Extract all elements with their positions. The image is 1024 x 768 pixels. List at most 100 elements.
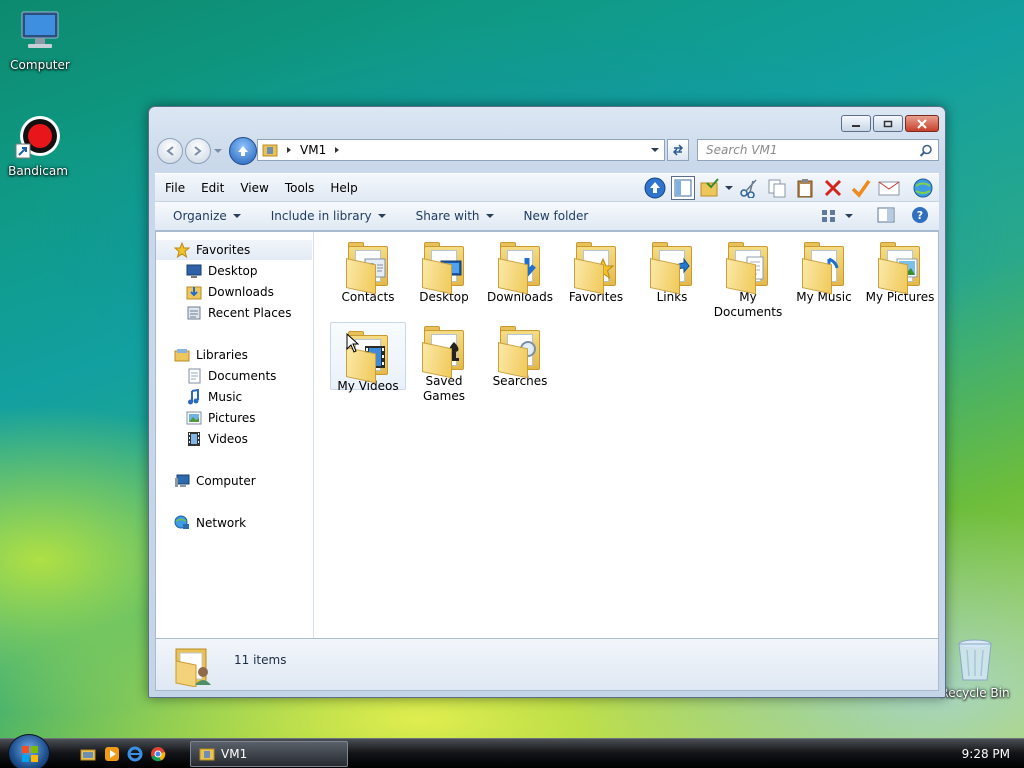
- copy-button[interactable]: [765, 176, 789, 200]
- menu-edit[interactable]: Edit: [193, 181, 232, 195]
- refresh-button[interactable]: [667, 139, 689, 161]
- quicklaunch-ie[interactable]: [127, 746, 143, 762]
- change-view-button[interactable]: [821, 209, 853, 223]
- folder-item-saved-games[interactable]: Saved Games: [406, 318, 482, 404]
- computer-icon: [174, 473, 190, 489]
- folder-item-my-videos[interactable]: My Videos: [330, 322, 406, 393]
- folder-item-downloads[interactable]: Downloads: [482, 234, 558, 305]
- preview-pane-button[interactable]: [671, 176, 695, 200]
- nav-videos[interactable]: Videos: [156, 429, 312, 449]
- windows-logo-icon: [22, 746, 38, 762]
- up-folder-button[interactable]: [643, 176, 667, 200]
- start-button[interactable]: [8, 734, 50, 768]
- nav-label: Network: [196, 516, 247, 530]
- delete-x-icon: [824, 179, 842, 197]
- film-strip-icon: [186, 431, 202, 447]
- desktop-icon-bandicam[interactable]: Bandicam: [0, 114, 76, 178]
- help-icon: ?: [912, 206, 928, 223]
- folder-check-icon: [700, 178, 719, 197]
- nav-label: Computer: [196, 474, 256, 488]
- address-path[interactable]: VM1: [300, 143, 326, 157]
- show-preview-pane-button[interactable]: [877, 207, 895, 226]
- toolbar-icons: [643, 176, 935, 200]
- content-area: Favorites Desktop Downloads Recent Place…: [155, 231, 939, 639]
- share-with-label: Share with: [415, 209, 480, 223]
- address-dropdown-button[interactable]: [646, 140, 664, 160]
- menu-help[interactable]: Help: [322, 181, 365, 195]
- minimize-icon: [852, 124, 860, 127]
- saved-games-folder-icon: [422, 326, 466, 379]
- nav-label: Videos: [208, 432, 248, 446]
- star-icon: [173, 241, 191, 259]
- delete-button[interactable]: [821, 176, 845, 200]
- folder-item-contacts[interactable]: Contacts: [330, 234, 406, 305]
- folder-icon: [80, 749, 96, 761]
- scissors-icon: [740, 179, 757, 198]
- pictures-folder-icon: [878, 242, 922, 295]
- maximize-button[interactable]: [873, 115, 903, 132]
- nav-libraries[interactable]: Libraries: [156, 345, 312, 365]
- folder-item-searches[interactable]: Searches: [482, 318, 558, 389]
- include-in-library-button[interactable]: Include in library: [253, 209, 398, 223]
- explorer-window: VM1 Search VM1 File Edit View Tools Help: [148, 106, 946, 698]
- folder-item-desktop[interactable]: Desktop: [406, 234, 482, 305]
- nav-pictures[interactable]: Pictures: [156, 408, 312, 428]
- organize-label: Organize: [173, 209, 227, 223]
- email-button[interactable]: [877, 176, 901, 200]
- nav-label: Libraries: [196, 348, 248, 362]
- desktop-icon-computer[interactable]: Computer: [2, 8, 78, 72]
- cut-button[interactable]: [737, 176, 761, 200]
- properties-button[interactable]: [849, 176, 873, 200]
- music-note-icon: [186, 388, 202, 405]
- views-button[interactable]: [699, 176, 733, 200]
- nav-documents[interactable]: Documents: [156, 366, 312, 386]
- clipboard-icon: [797, 179, 813, 198]
- search-input[interactable]: Search VM1: [697, 139, 939, 161]
- desktop-icon-recycle-bin[interactable]: Recycle Bin: [937, 636, 1013, 700]
- desktop-icon-label: Bandicam: [8, 164, 68, 178]
- menu-tools[interactable]: Tools: [277, 181, 323, 195]
- clock[interactable]: 9:28 PM: [962, 747, 1010, 761]
- breadcrumb-arrow-icon[interactable]: [332, 145, 342, 155]
- search-placeholder: Search VM1: [706, 143, 778, 157]
- network-globe-button[interactable]: [911, 176, 935, 200]
- quicklaunch-explorer[interactable]: [80, 746, 96, 762]
- help-button[interactable]: ?: [911, 206, 929, 227]
- search-icon[interactable]: [919, 144, 933, 158]
- include-in-library-label: Include in library: [270, 209, 372, 223]
- nav-recent-places[interactable]: Recent Places: [156, 303, 312, 323]
- history-dropdown-button[interactable]: [213, 146, 223, 156]
- folder-item-favorites[interactable]: Favorites: [558, 234, 634, 305]
- navigation-pane: Favorites Desktop Downloads Recent Place…: [156, 232, 314, 638]
- new-folder-button[interactable]: New folder: [506, 209, 601, 223]
- bandicam-icon: [14, 114, 62, 162]
- taskbar-item-vm1[interactable]: VM1: [190, 741, 348, 767]
- folder-item-my-music[interactable]: My Music: [786, 234, 862, 305]
- folder-item-links[interactable]: Links: [634, 234, 710, 305]
- taskbar-item-label: VM1: [221, 747, 248, 761]
- nav-computer[interactable]: Computer: [156, 471, 312, 491]
- share-with-button[interactable]: Share with: [398, 209, 506, 223]
- downloads-icon: [186, 284, 202, 300]
- forward-button[interactable]: [185, 138, 211, 164]
- menu-file[interactable]: File: [155, 181, 193, 195]
- nav-favorites[interactable]: Favorites: [156, 240, 312, 260]
- menu-view[interactable]: View: [232, 181, 276, 195]
- organize-button[interactable]: Organize: [155, 209, 253, 223]
- paste-button[interactable]: [793, 176, 817, 200]
- libraries-icon: [174, 347, 190, 363]
- back-button[interactable]: [157, 138, 183, 164]
- nav-desktop[interactable]: Desktop: [156, 261, 312, 281]
- folder-item-my-documents[interactable]: My Documents: [710, 234, 786, 320]
- nav-downloads[interactable]: Downloads: [156, 282, 312, 302]
- pane-icon: [674, 179, 692, 197]
- quicklaunch-media-player[interactable]: [104, 746, 120, 762]
- up-button[interactable]: [229, 137, 257, 165]
- quicklaunch-chrome[interactable]: [150, 746, 166, 762]
- folder-item-my-pictures[interactable]: My Pictures: [862, 234, 938, 305]
- minimize-button[interactable]: [841, 115, 871, 132]
- address-bar[interactable]: VM1: [257, 139, 665, 161]
- nav-network[interactable]: Network: [156, 513, 312, 533]
- close-button[interactable]: [905, 115, 939, 132]
- nav-music[interactable]: Music: [156, 387, 312, 407]
